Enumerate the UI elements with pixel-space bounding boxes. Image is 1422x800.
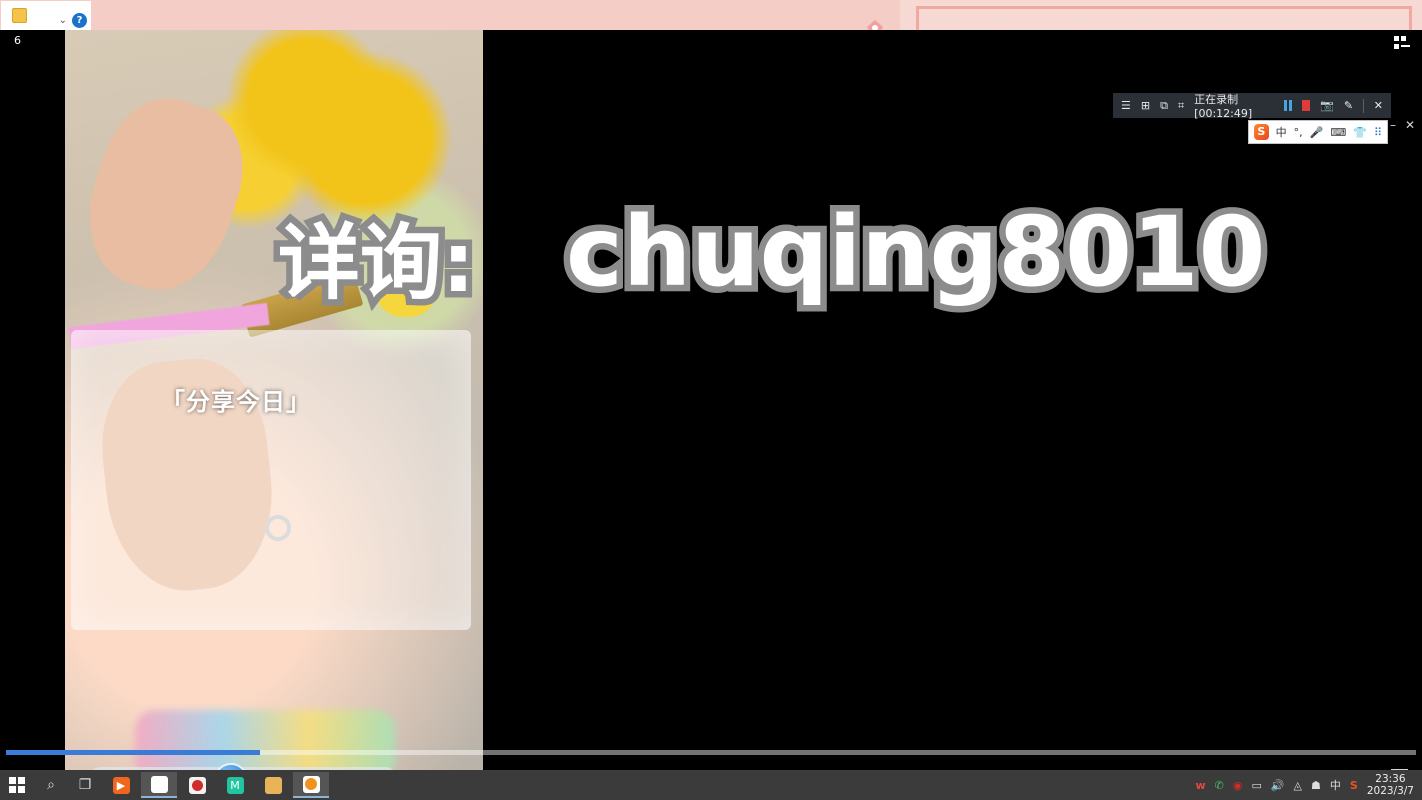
playlist-number: 6 (14, 34, 21, 47)
clock-date: 2023/3/7 (1366, 785, 1414, 797)
taskbar-app-media-player[interactable] (293, 772, 329, 798)
sogou-logo-icon[interactable]: S (1254, 124, 1269, 140)
chevron-down-icon[interactable]: ⌄ (59, 15, 67, 26)
taskbar-app-orange[interactable]: ▶ (103, 772, 139, 798)
wifi-icon[interactable]: ◬ (1294, 779, 1302, 792)
video-bag (71, 330, 471, 630)
clock-time: 23:36 (1375, 773, 1406, 785)
battery-icon[interactable]: ▭ (1251, 779, 1261, 792)
mic-icon[interactable]: 🎤 (1310, 126, 1324, 139)
media-player-icon (12, 8, 27, 23)
record-icon[interactable]: ◉ (1233, 779, 1243, 792)
recording-status: 正在录制 [00:12:49] (1194, 93, 1253, 120)
apps-icon[interactable]: ⠿ (1374, 126, 1382, 139)
video-caption: 「分享今日」 (161, 388, 311, 416)
grid-icon[interactable] (1394, 36, 1410, 54)
taskbar-app-editor[interactable]: M (217, 772, 253, 798)
taskbar[interactable]: ⌕ ❐ ▶ M w ✆ ◉ ▭ 🔊 ◬ ☗ 中 S 23:36 2023/3/7 (0, 770, 1422, 800)
windows-start-icon[interactable] (0, 770, 34, 800)
crop-icon[interactable]: ⌗ (1178, 99, 1184, 113)
pause-icon[interactable] (1283, 100, 1292, 111)
video-surface[interactable]: 6 「分享今日」 00:13 ⤬ ↻ ■ (0, 30, 1422, 800)
ime-close-icon[interactable]: ✕ (1405, 118, 1415, 132)
sogou-tray-icon[interactable]: S (1350, 779, 1358, 792)
search-icon[interactable]: ⌕ (34, 770, 68, 800)
pen-icon[interactable]: ✎ (1344, 99, 1353, 112)
ime-toolbar[interactable]: S 中 °, 🎤 ⌨ 👕 ⠿ (1248, 120, 1388, 144)
volume-icon[interactable]: 🔊 (1271, 779, 1285, 792)
taskbar-app-folder[interactable] (255, 772, 291, 798)
video-duck (375, 255, 437, 317)
hamburger-icon[interactable]: ☰ (1121, 99, 1131, 112)
punctuation-icon[interactable]: °, (1294, 126, 1303, 139)
stop-icon[interactable] (1301, 100, 1311, 111)
help-icon[interactable]: ? (72, 13, 87, 28)
user-icon[interactable]: ☗ (1311, 779, 1321, 792)
video-ring (265, 515, 291, 541)
window-icon[interactable]: ⊞ (1141, 99, 1150, 112)
screen-recorder-toolbar[interactable]: ☰ ⊞ ⧉ ⌗ 正在录制 [00:12:49] 📷 ✎ ✕ (1113, 93, 1391, 120)
seek-slider[interactable] (6, 750, 1416, 755)
taskbar-app-recorder[interactable] (179, 772, 215, 798)
camera-icon[interactable]: 📷 (1320, 99, 1334, 112)
keyboard-icon[interactable]: ⌨ (1330, 126, 1346, 139)
seek-progress (6, 750, 260, 755)
taskbar-clock[interactable]: 23:36 2023/3/7 (1367, 773, 1414, 797)
taskbar-app-white[interactable] (141, 772, 177, 798)
task-view-icon[interactable]: ❐ (68, 770, 102, 800)
divider (1363, 98, 1364, 113)
region-icon[interactable]: ⧉ (1160, 99, 1168, 113)
ime-lang-icon[interactable]: 中 (1330, 777, 1341, 793)
system-tray[interactable]: w ✆ ◉ ▭ 🔊 ◬ ☗ 中 S 23:36 2023/3/7 (1195, 773, 1422, 797)
ime-mode[interactable]: 中 (1276, 124, 1287, 140)
close-icon[interactable]: ✕ (1374, 99, 1383, 112)
wechat-icon[interactable]: ✆ (1215, 779, 1224, 792)
video-frame: 「分享今日」 (65, 30, 483, 800)
skin-icon[interactable]: 👕 (1353, 126, 1367, 139)
ime-minimize-icon[interactable]: – (1390, 118, 1396, 132)
w-icon[interactable]: w (1195, 779, 1205, 792)
